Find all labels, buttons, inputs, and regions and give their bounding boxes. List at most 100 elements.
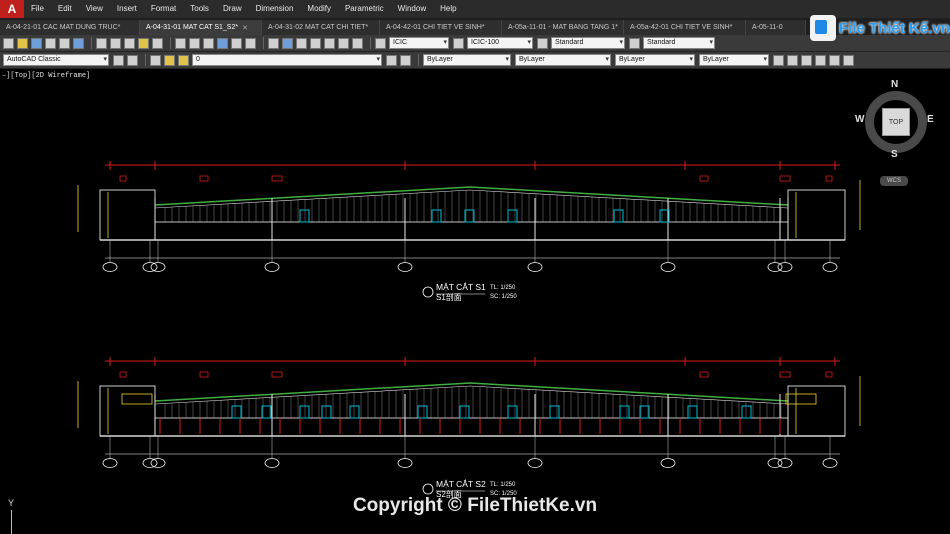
menu-parametric[interactable]: Parametric: [338, 0, 391, 18]
equipment-box: [549, 405, 560, 419]
zoom-previous-icon[interactable]: [245, 37, 256, 49]
preview-icon[interactable]: [59, 37, 70, 49]
publish-icon[interactable]: [73, 37, 84, 49]
properties-icon[interactable]: [268, 37, 279, 49]
redo-icon[interactable]: [189, 37, 200, 49]
equipment-box: [507, 209, 518, 223]
dim-style-select[interactable]: ICIC-100: [467, 37, 533, 49]
grid-bubble: [777, 262, 793, 272]
table-style-icon: [537, 37, 548, 49]
text-style-select[interactable]: ICIC: [389, 37, 449, 49]
separator: [418, 54, 419, 66]
annotation-tag: [779, 371, 791, 378]
layer-freeze-icon[interactable]: [178, 54, 189, 66]
calculator-icon[interactable]: [338, 37, 349, 49]
copyright-watermark: Copyright © FileThietKe.vn: [352, 495, 598, 516]
menu-tools[interactable]: Tools: [183, 0, 216, 18]
tab-document[interactable]: A-04-42-01 CHI TIET VE SINH*: [380, 20, 502, 35]
tab-label: A-05-11-0: [752, 24, 783, 31]
cut-icon[interactable]: [96, 37, 107, 49]
make-current-layer-icon[interactable]: [386, 54, 397, 66]
tool-palettes-icon[interactable]: [296, 37, 307, 49]
layer-select[interactable]: 0: [192, 54, 382, 66]
workspace-settings-icon[interactable]: [113, 54, 124, 66]
text-front-icon[interactable]: [829, 54, 840, 66]
menu-file[interactable]: File: [24, 0, 51, 18]
compass-north[interactable]: N: [891, 79, 898, 90]
equipment-box: [687, 405, 698, 419]
markup-icon[interactable]: [324, 37, 335, 49]
menu-insert[interactable]: Insert: [110, 0, 144, 18]
zoom-realtime-icon[interactable]: [217, 37, 228, 49]
grid-bubble: [264, 458, 280, 468]
layer-on-icon[interactable]: [164, 54, 175, 66]
tab-document[interactable]: A-05a-11-01 - MAT BANG TANG 1*: [502, 20, 624, 35]
pan-icon[interactable]: [203, 37, 214, 49]
equipment-box: [321, 405, 332, 419]
plot-style-select[interactable]: ByLayer: [699, 54, 769, 66]
autocad-logo-icon[interactable]: A: [0, 0, 24, 18]
grid-bubble: [150, 458, 166, 468]
grid-bubble: [777, 458, 793, 468]
workspace-select[interactable]: AutoCAD Classic: [3, 54, 109, 66]
tab-document-active[interactable]: A-04-31-01 MAT CAT S1_S2* ✕: [140, 20, 262, 35]
undo-icon[interactable]: [175, 37, 186, 49]
match-properties-icon[interactable]: [138, 37, 149, 49]
viewcube-top-face[interactable]: TOP: [882, 108, 910, 136]
table-style-select[interactable]: Standard: [551, 37, 625, 49]
annotation-tag: [119, 175, 127, 182]
grid-bubble: [102, 458, 118, 468]
tab-label: A-04-31-01 MAT CAT S1_S2*: [146, 24, 239, 31]
open-icon[interactable]: [17, 37, 28, 49]
separator: [91, 37, 92, 49]
zoom-window-icon[interactable]: [231, 37, 242, 49]
help-icon[interactable]: [352, 37, 363, 49]
copy-icon[interactable]: [110, 37, 121, 49]
menu-draw[interactable]: Draw: [216, 0, 249, 18]
print-icon[interactable]: [45, 37, 56, 49]
hatch-back-icon[interactable]: [843, 54, 854, 66]
tab-document[interactable]: A-04-31-02 MAT CAT CHI TIET*: [262, 20, 380, 35]
layer-previous-icon[interactable]: [400, 54, 411, 66]
save-icon[interactable]: [31, 37, 42, 49]
menu-help[interactable]: Help: [433, 0, 463, 18]
design-center-icon[interactable]: [282, 37, 293, 49]
draworder-below-icon[interactable]: [815, 54, 826, 66]
wcs-menu[interactable]: WCS: [880, 176, 908, 186]
viewcube[interactable]: TOP N S E W: [855, 79, 935, 161]
new-icon[interactable]: [3, 37, 14, 49]
multileader-style-select[interactable]: Standard: [643, 37, 715, 49]
workspace-lock-icon[interactable]: [127, 54, 138, 66]
draworder-above-icon[interactable]: [801, 54, 812, 66]
tab-document[interactable]: A-04-21-01 CAC MAT DUNG TRUC*: [0, 20, 140, 35]
menu-modify[interactable]: Modify: [300, 0, 338, 18]
viewport-controls[interactable]: –][Top][2D Wireframe]: [2, 72, 90, 80]
menu-window[interactable]: Window: [391, 0, 433, 18]
grid-bubble: [660, 262, 676, 272]
menu-format[interactable]: Format: [144, 0, 183, 18]
tab-label: A-05a-42-01 CHI TIET VE SINH*: [630, 24, 733, 31]
layer-properties-icon[interactable]: [150, 54, 161, 66]
tab-document[interactable]: A-05-11-0: [746, 20, 806, 35]
paste-icon[interactable]: [124, 37, 135, 49]
end-bay-wall: [787, 189, 846, 241]
draworder-back-icon[interactable]: [787, 54, 798, 66]
compass-east[interactable]: E: [927, 114, 934, 125]
drawing-canvas[interactable]: [0, 70, 950, 534]
equipment-box: [417, 405, 428, 419]
compass-west[interactable]: W: [855, 114, 864, 125]
lineweight-select[interactable]: ByLayer: [615, 54, 695, 66]
draworder-front-icon[interactable]: [773, 54, 784, 66]
sheet-set-icon[interactable]: [310, 37, 321, 49]
menu-edit[interactable]: Edit: [51, 0, 79, 18]
menu-dimension[interactable]: Dimension: [249, 0, 301, 18]
menu-view[interactable]: View: [79, 0, 110, 18]
section-symbol: [422, 483, 434, 495]
tab-document[interactable]: A-05a-42-01 CHI TIET VE SINH*: [624, 20, 746, 35]
color-select[interactable]: ByLayer: [423, 54, 511, 66]
grid-bubble: [142, 262, 158, 272]
linetype-select[interactable]: ByLayer: [515, 54, 611, 66]
block-editor-icon[interactable]: [152, 37, 163, 49]
close-icon[interactable]: ✕: [242, 24, 248, 32]
compass-south[interactable]: S: [891, 149, 898, 160]
